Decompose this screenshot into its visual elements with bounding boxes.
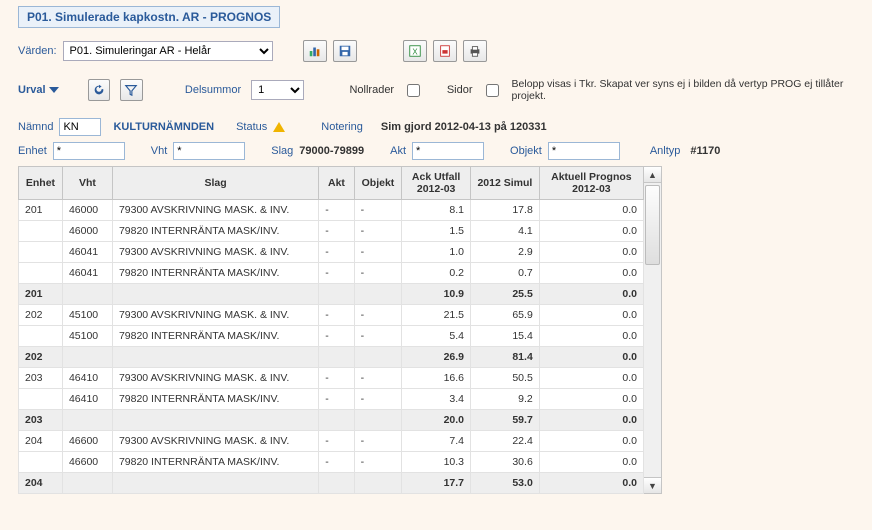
table-row: 4604179820 INTERNRÄNTA MASK/INV.--0.20.7… xyxy=(19,263,644,284)
namnd-input[interactable] xyxy=(59,118,101,136)
ack-cell[interactable]: 0.2 xyxy=(402,263,471,284)
table-row: 2034641079300 AVSKRIVNING MASK. & INV.--… xyxy=(19,368,644,389)
notering-label: Notering xyxy=(321,121,363,133)
col-enhet[interactable]: Enhet xyxy=(19,167,63,200)
table-row: 20320.059.70.0 xyxy=(19,410,644,431)
akt-input[interactable] xyxy=(412,142,484,160)
ack-cell[interactable]: 8.1 xyxy=(402,200,471,221)
table-row: 2024510079300 AVSKRIVNING MASK. & INV.--… xyxy=(19,305,644,326)
table-row: 4641079820 INTERNRÄNTA MASK/INV.--3.49.2… xyxy=(19,389,644,410)
prognos-cell[interactable]: 0.0 xyxy=(539,263,643,284)
slag-label: Slag xyxy=(271,145,293,157)
notering-value: Sim gjord 2012-04-13 på 120331 xyxy=(381,121,547,133)
ack-cell[interactable]: 7.4 xyxy=(402,431,471,452)
akt-label: Akt xyxy=(390,145,406,157)
prognos-cell[interactable]: 0.0 xyxy=(539,200,643,221)
col-akt[interactable]: Akt xyxy=(319,167,354,200)
col-ack[interactable]: Ack Utfall 2012-03 xyxy=(402,167,471,200)
prognos-cell[interactable]: 0.0 xyxy=(539,431,643,452)
vertical-scrollbar[interactable]: ▲ ▼ xyxy=(644,166,662,494)
scroll-down-icon[interactable]: ▼ xyxy=(644,477,661,493)
svg-text:X: X xyxy=(412,48,418,57)
vht-input[interactable] xyxy=(173,142,245,160)
enhet-input[interactable] xyxy=(53,142,125,160)
col-prognos[interactable]: Aktuell Prognos 2012-03 xyxy=(539,167,643,200)
page-title: P01. Simulerade kapkostn. AR - PROGNOS xyxy=(18,6,280,28)
save-icon[interactable] xyxy=(333,40,357,62)
objekt-input[interactable] xyxy=(548,142,620,160)
namnd-name: KULTURNÄMNDEN xyxy=(113,121,214,133)
delsummor-select[interactable]: 1 xyxy=(251,80,303,100)
pdf-icon[interactable] xyxy=(433,40,457,62)
ack-cell[interactable]: 1.0 xyxy=(402,242,471,263)
scroll-up-icon[interactable]: ▲ xyxy=(644,167,661,183)
nollrader-checkbox[interactable] xyxy=(407,84,420,97)
table-row: 20226.981.40.0 xyxy=(19,347,644,368)
ack-cell[interactable]: 3.4 xyxy=(402,389,471,410)
vht-label: Vht xyxy=(151,145,168,157)
col-simul[interactable]: 2012 Simul xyxy=(471,167,540,200)
chart-icon[interactable] xyxy=(303,40,327,62)
data-table: Enhet Vht Slag Akt Objekt Ack Utfall 201… xyxy=(18,166,644,494)
prognos-cell[interactable]: 0.0 xyxy=(539,305,643,326)
sidor-label: Sidor xyxy=(447,84,473,96)
anltyp-value: #1170 xyxy=(690,145,720,157)
table-row: 2014600079300 AVSKRIVNING MASK. & INV.--… xyxy=(19,200,644,221)
prognos-cell[interactable]: 0.0 xyxy=(539,368,643,389)
print-icon[interactable] xyxy=(463,40,487,62)
info-note: Belopp visas i Tkr. Skapat ver syns ej i… xyxy=(512,78,854,102)
objekt-label: Objekt xyxy=(510,145,542,157)
table-row: 20110.925.50.0 xyxy=(19,284,644,305)
nollrader-label: Nollrader xyxy=(349,84,394,96)
table-row: 4510079820 INTERNRÄNTA MASK/INV.--5.415.… xyxy=(19,326,644,347)
excel-icon[interactable]: X xyxy=(403,40,427,62)
prognos-cell[interactable]: 0.0 xyxy=(539,221,643,242)
status-label: Status xyxy=(236,121,267,133)
anltyp-label: Anltyp xyxy=(650,145,681,157)
col-slag[interactable]: Slag xyxy=(112,167,318,200)
filter-icon[interactable] xyxy=(120,79,142,101)
table-row: 4660079820 INTERNRÄNTA MASK/INV.--10.330… xyxy=(19,452,644,473)
table-row: 4604179300 AVSKRIVNING MASK. & INV.--1.0… xyxy=(19,242,644,263)
prognos-cell[interactable]: 0.0 xyxy=(539,389,643,410)
warning-icon xyxy=(273,122,285,132)
col-objekt[interactable]: Objekt xyxy=(354,167,402,200)
enhet-label: Enhet xyxy=(18,145,47,157)
urval-dropdown[interactable]: Urval xyxy=(18,84,59,96)
varden-select[interactable]: P01. Simuleringar AR - Helår xyxy=(63,41,273,61)
col-vht[interactable]: Vht xyxy=(62,167,112,200)
ack-cell[interactable]: 1.5 xyxy=(402,221,471,242)
delsummor-label: Delsummor xyxy=(185,84,241,96)
namnd-label: Nämnd xyxy=(18,121,53,133)
sidor-checkbox[interactable] xyxy=(486,84,499,97)
table-row: 4600079820 INTERNRÄNTA MASK/INV.--1.54.1… xyxy=(19,221,644,242)
ack-cell[interactable]: 16.6 xyxy=(402,368,471,389)
ack-cell[interactable]: 10.3 xyxy=(402,452,471,473)
prognos-cell[interactable]: 0.0 xyxy=(539,326,643,347)
refresh-icon[interactable] xyxy=(88,79,110,101)
prognos-cell[interactable]: 0.0 xyxy=(539,452,643,473)
table-row: 20417.753.00.0 xyxy=(19,473,644,494)
varden-label: Värden: xyxy=(18,45,57,57)
table-row: 2044660079300 AVSKRIVNING MASK. & INV.--… xyxy=(19,431,644,452)
ack-cell[interactable]: 5.4 xyxy=(402,326,471,347)
slag-value: 79000-79899 xyxy=(299,145,364,157)
ack-cell[interactable]: 21.5 xyxy=(402,305,471,326)
prognos-cell[interactable]: 0.0 xyxy=(539,242,643,263)
